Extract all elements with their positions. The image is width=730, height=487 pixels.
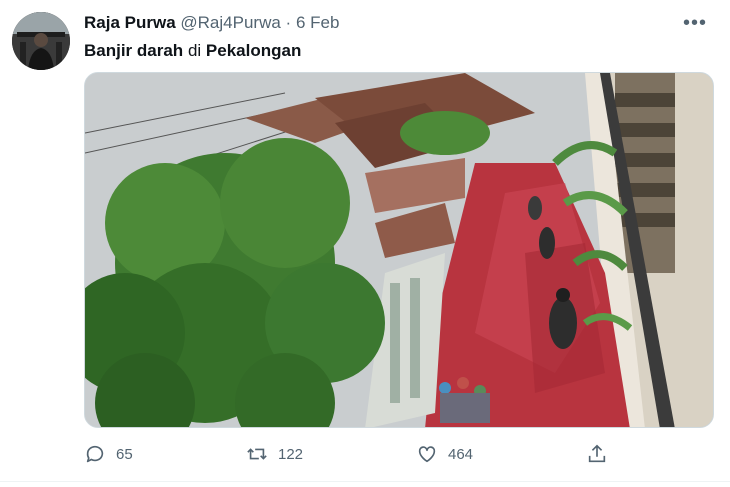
retweet-button[interactable]: 122 — [246, 438, 303, 470]
retweet-count: 122 — [278, 445, 304, 463]
tweet-text-part-2: di — [187, 41, 202, 60]
user-handle[interactable]: @Raj4Purwa — [180, 13, 280, 32]
like-button[interactable]: 464 — [416, 438, 473, 470]
flood-photo-illustration — [85, 73, 713, 427]
avatar-image — [12, 12, 70, 70]
reply-count: 65 — [116, 445, 133, 463]
tweet-photo[interactable] — [84, 72, 714, 428]
share-icon — [588, 444, 606, 463]
more-options-icon[interactable]: ••• — [680, 10, 710, 36]
like-count: 464 — [448, 445, 474, 463]
header-separator: · — [285, 13, 292, 32]
tweet-text-part-1: Banjir darah — [84, 41, 184, 60]
tweet-text-part-3: Pekalongan — [205, 41, 302, 60]
heart-icon — [418, 446, 436, 463]
avatar[interactable] — [12, 12, 70, 70]
display-name[interactable]: Raja Purwa — [84, 13, 176, 32]
share-button[interactable] — [586, 438, 608, 470]
retweet-icon — [247, 448, 267, 460]
tweet-text: Banjir darah di Pekalongan — [84, 40, 301, 62]
tweet-header: Raja Purwa @Raj4Purwa · 6 Feb — [84, 12, 339, 34]
reply-icon — [86, 445, 104, 463]
bottom-divider — [0, 481, 730, 482]
reply-button[interactable]: 65 — [84, 438, 133, 470]
tweet-actions: 65 122 464 — [84, 438, 624, 470]
tweet-date[interactable]: 6 Feb — [296, 13, 339, 32]
